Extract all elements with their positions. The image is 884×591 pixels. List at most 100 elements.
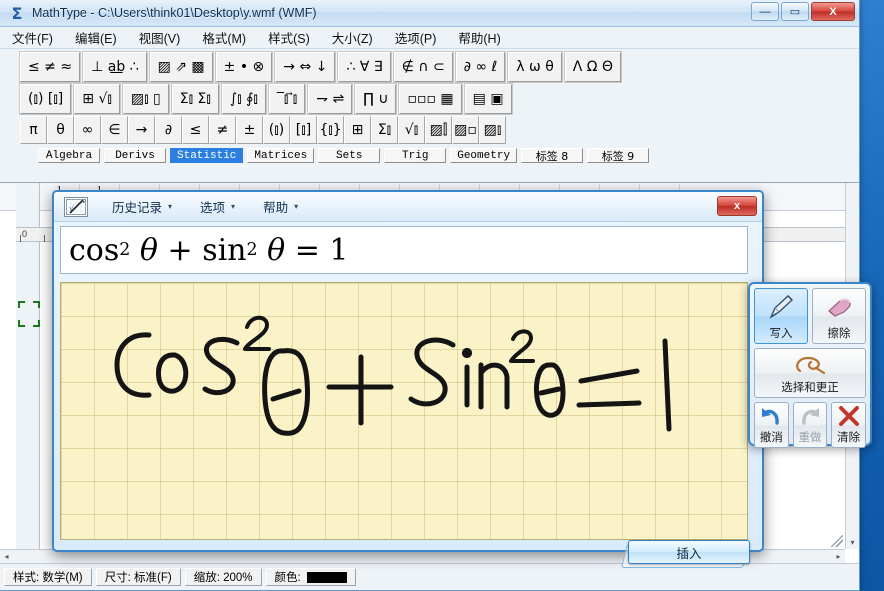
- undo-icon: [759, 403, 783, 429]
- palette-overbar[interactable]: ‾⫾ ⃗⫾: [267, 83, 307, 115]
- menu-options[interactable]: 选项 ▾: [186, 197, 249, 216]
- symbol-partial[interactable]: ∂: [155, 116, 182, 144]
- menu-history[interactable]: 历史记录 ▾: [98, 197, 186, 216]
- palette-integral[interactable]: ∫⫾ ∮⫾: [220, 83, 267, 115]
- symbol-theta[interactable]: θ: [47, 116, 74, 144]
- recognized-formula-preview[interactable]: cos 2 θ + sin 2 θ = 1: [60, 226, 748, 274]
- palette-fraction-root[interactable]: ⊞ √⫾: [73, 83, 121, 115]
- tab-label-8[interactable]: 标签 8: [521, 148, 584, 163]
- sigma-icon: Σ: [11, 3, 23, 23]
- symbol-plusminus[interactable]: ±: [236, 116, 263, 144]
- handwriting-panel: √ 历史记录 ▾ 选项 ▾ 帮助 ▾ x cos 2 θ + sin 2 θ = 1: [52, 190, 764, 552]
- window-resize-grip[interactable]: [831, 535, 843, 547]
- tab-geometry[interactable]: Geometry: [450, 148, 518, 163]
- symbol-element-of[interactable]: ∈: [101, 116, 128, 144]
- palette-greek-upper[interactable]: Λ Ω Θ: [563, 51, 622, 83]
- tab-sets[interactable]: Sets: [318, 148, 381, 163]
- close-button[interactable]: X: [811, 2, 855, 21]
- scroll-right-arrow-icon[interactable]: ▸: [832, 550, 845, 563]
- menu-style[interactable]: 样式(S): [268, 28, 310, 47]
- handwriting-tool-cluster: 写入 擦除 选择和更正 撤消 重做 清除: [748, 282, 872, 448]
- palette-misc[interactable]: ⊥ a͟b ∴: [82, 51, 148, 83]
- pen-icon: [766, 289, 796, 325]
- palette-sets[interactable]: ∉ ∩ ⊂: [392, 51, 454, 83]
- palette-relations[interactable]: ≤ ≠ ≈: [18, 51, 82, 83]
- palette-labeled-arrow[interactable]: ⇁ ⇌: [307, 83, 354, 115]
- tab-derivs[interactable]: Derivs: [104, 148, 166, 163]
- status-size[interactable]: 尺寸: 标准(F): [95, 568, 181, 586]
- symbol-infinity[interactable]: ∞: [74, 116, 101, 144]
- handwriting-pad-icon: √: [64, 196, 88, 217]
- symbol-neq[interactable]: ≠: [209, 116, 236, 144]
- redo-button[interactable]: 重做: [792, 402, 828, 448]
- status-style[interactable]: 样式: 数学(M): [4, 568, 92, 586]
- tab-statistic[interactable]: Statistic: [170, 148, 244, 163]
- select-and-correct-button[interactable]: 选择和更正: [754, 348, 866, 398]
- maximize-button[interactable]: ▭: [781, 2, 809, 21]
- handwriting-panel-close-button[interactable]: x: [717, 196, 757, 216]
- undo-label: 撤消: [759, 432, 783, 444]
- menu-help[interactable]: 帮助(H): [458, 28, 500, 47]
- symbol-pi[interactable]: π: [20, 116, 47, 144]
- template-brackets[interactable]: [⫾]: [290, 116, 317, 144]
- menu-file[interactable]: 文件(F): [12, 28, 53, 47]
- insert-button[interactable]: 插入: [628, 540, 750, 564]
- menu-size[interactable]: 大小(Z): [332, 28, 373, 47]
- template-subscript[interactable]: ▨▫: [452, 116, 479, 144]
- erase-tool-button[interactable]: 擦除: [812, 288, 866, 344]
- tool-row-actions: 撤消 重做 清除: [754, 402, 867, 448]
- tab-matrices[interactable]: Matrices: [247, 148, 315, 163]
- menu-view[interactable]: 视图(V): [139, 28, 181, 47]
- palette-operators[interactable]: ± • ⊗: [214, 51, 274, 83]
- tool-row-correct: 选择和更正: [754, 348, 866, 398]
- scroll-down-arrow-icon[interactable]: ▾: [846, 536, 859, 549]
- formula-cos: cos: [69, 232, 120, 268]
- redo-label: 重做: [798, 432, 822, 444]
- palette-calculus[interactable]: ∂ ∞ ℓ: [454, 51, 507, 83]
- template-superscript[interactable]: ▨⫿: [425, 116, 452, 144]
- palette-tabstrip: Algebra Derivs Statistic Matrices Sets T…: [0, 148, 859, 166]
- palette-fences[interactable]: (⫾) [⫾]: [18, 83, 73, 115]
- menu-format[interactable]: 格式(M): [202, 28, 246, 47]
- palette-product[interactable]: ∏ ∪: [354, 83, 398, 115]
- palette-greek-lower[interactable]: λ ω θ: [507, 51, 563, 83]
- handwriting-ink-canvas[interactable]: [60, 282, 748, 540]
- minimize-button[interactable]: —: [751, 2, 779, 21]
- symbol-right-arrow[interactable]: →: [128, 116, 155, 144]
- symbol-leq[interactable]: ≤: [182, 116, 209, 144]
- menu-options[interactable]: 选项(P): [395, 28, 437, 47]
- tab-label-9[interactable]: 标签 9: [587, 148, 650, 163]
- formula-result: 1: [329, 232, 349, 268]
- palette-arrows[interactable]: → ⇔ ↓: [274, 51, 337, 83]
- status-zoom[interactable]: 缩放: 200%: [184, 568, 262, 586]
- toolbar-row-1: ≤ ≠ ≈ ⊥ a͟b ∴ ▨ ⇗ ▩ ± • ⊗ → ⇔ ↓ ∴ ∀ ∃ ∉ …: [0, 51, 859, 84]
- write-tool-button[interactable]: 写入: [754, 288, 808, 344]
- template-fraction[interactable]: ⊞: [344, 116, 371, 144]
- tab-algebra[interactable]: Algebra: [38, 148, 100, 163]
- ruler-zero-label: 0: [22, 229, 28, 239]
- palette-subsuper[interactable]: ▨⫾ ▯: [121, 83, 170, 115]
- palette-underover[interactable]: ▤ ▣: [463, 83, 513, 115]
- scroll-left-arrow-icon[interactable]: ◂: [0, 550, 13, 563]
- formula-cos-exponent: 2: [119, 240, 131, 260]
- template-braces[interactable]: {⫾}: [317, 116, 344, 144]
- palette-matrix[interactable]: ▫▫▫ ▦: [398, 83, 463, 115]
- template-parens[interactable]: (⫾): [263, 116, 290, 144]
- template-sqrt[interactable]: √⫾: [398, 116, 425, 144]
- template-sum[interactable]: Σ⫾: [371, 116, 398, 144]
- empty-equation-slot[interactable]: [18, 301, 40, 327]
- status-color[interactable]: 颜色:: [265, 568, 356, 586]
- menu-help[interactable]: 帮助 ▾: [249, 197, 312, 216]
- palette-spaces[interactable]: ▨ ⇗ ▩: [148, 51, 214, 83]
- palette-summation[interactable]: Σ⫾ Σ⫾: [170, 83, 220, 115]
- clear-button[interactable]: 清除: [831, 402, 867, 448]
- color-swatch[interactable]: [306, 571, 347, 583]
- tab-trig[interactable]: Trig: [384, 148, 447, 163]
- menu-edit[interactable]: 编辑(E): [75, 28, 117, 47]
- select-and-correct-label: 选择和更正: [781, 382, 839, 394]
- undo-button[interactable]: 撤消: [754, 402, 789, 448]
- palette-logic[interactable]: ∴ ∀ ∃: [337, 51, 392, 83]
- menu-help-label: 帮助: [263, 201, 289, 215]
- template-subsup[interactable]: ▨⫾: [479, 116, 506, 144]
- erase-tool-label: 擦除: [827, 328, 851, 340]
